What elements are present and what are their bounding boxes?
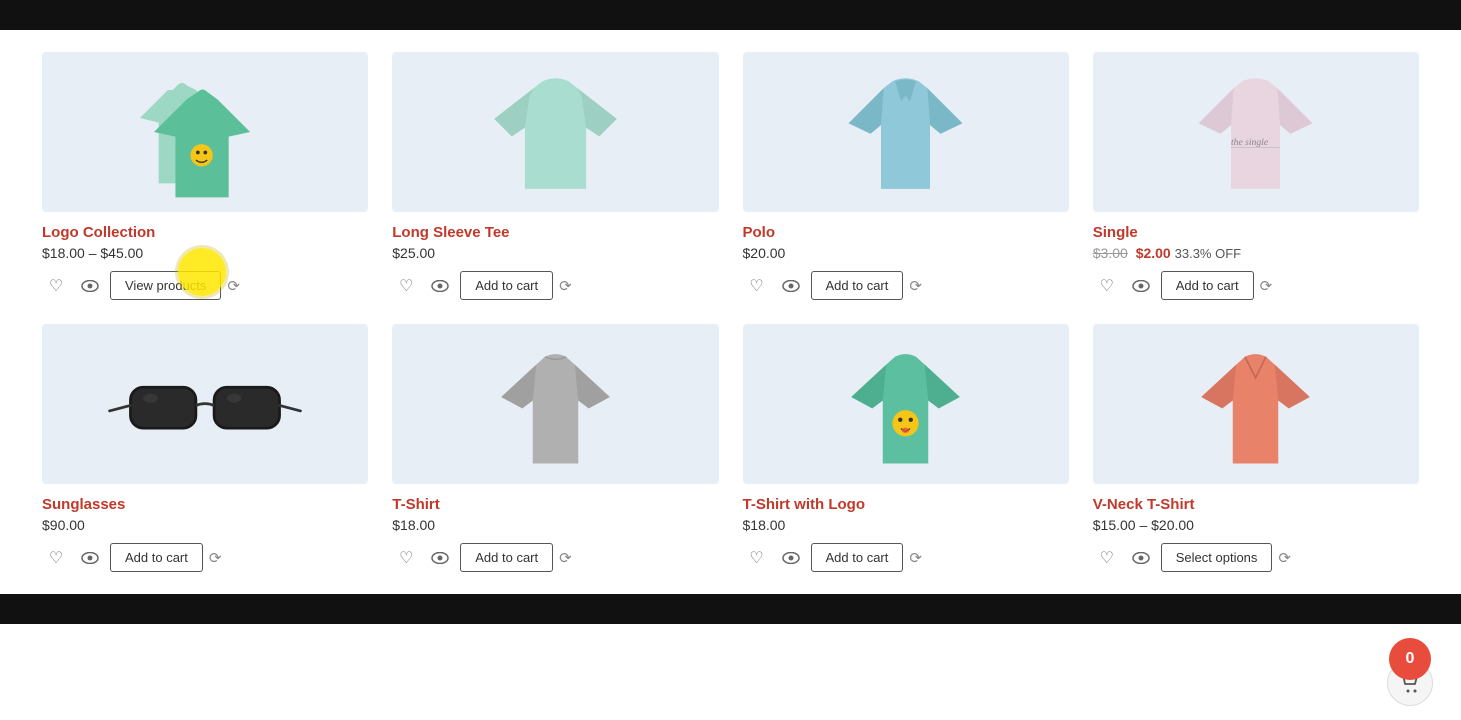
product-name-polo[interactable]: Polo (743, 224, 1069, 241)
product-image-t-shirt-with-logo[interactable] (743, 324, 1069, 484)
product-name-single[interactable]: Single (1093, 224, 1419, 241)
add-to-cart-button-long-sleeve-tee[interactable]: Add to cart (460, 271, 553, 300)
wishlist-icon-v-neck-t-shirt[interactable]: ♡ (1093, 544, 1121, 572)
page-wrapper: Logo Collection $18.00 – $45.00 ♡ View p… (0, 0, 1461, 624)
product-image-long-sleeve-tee[interactable] (392, 52, 718, 212)
view-products-button-logo-collection[interactable]: View products (110, 271, 221, 300)
svg-text:the single: the single (1231, 137, 1269, 148)
product-card-logo-collection: Logo Collection $18.00 – $45.00 ♡ View p… (30, 40, 380, 312)
product-actions-polo: ♡ Add to cart ⟳ (743, 271, 1069, 300)
top-bar (0, 0, 1461, 30)
add-to-cart-button-t-shirt[interactable]: Add to cart (460, 543, 553, 572)
quickview-icon-v-neck-t-shirt[interactable] (1127, 544, 1155, 572)
bottom-bar (0, 594, 1461, 624)
wishlist-icon-single[interactable]: ♡ (1093, 272, 1121, 300)
product-card-t-shirt: T-Shirt $18.00 ♡ Add to cart ⟳ (380, 312, 730, 584)
product-name-long-sleeve-tee[interactable]: Long Sleeve Tee (392, 224, 718, 241)
select-options-button-v-neck-t-shirt[interactable]: Select options (1161, 543, 1273, 572)
product-price-polo: $20.00 (743, 245, 1069, 261)
compare-icon-sunglasses[interactable]: ⟳ (209, 549, 222, 567)
product-name-sunglasses[interactable]: Sunglasses (42, 496, 368, 513)
compare-icon-v-neck-t-shirt[interactable]: ⟳ (1278, 549, 1291, 567)
product-name-logo-collection[interactable]: Logo Collection (42, 224, 368, 241)
product-actions-t-shirt-with-logo: ♡ Add to cart ⟳ (743, 543, 1069, 572)
add-to-cart-button-t-shirt-with-logo[interactable]: Add to cart (811, 543, 904, 572)
product-card-long-sleeve-tee: Long Sleeve Tee $25.00 ♡ Add to cart ⟳ (380, 40, 730, 312)
compare-icon-long-sleeve-tee[interactable]: ⟳ (559, 277, 572, 295)
product-image-sunglasses[interactable] (42, 324, 368, 484)
product-actions-v-neck-t-shirt: ♡ Select options ⟳ (1093, 543, 1419, 572)
product-actions-logo-collection: ♡ View products ⟳ (42, 271, 368, 300)
quickview-icon-logo-collection[interactable] (76, 272, 104, 300)
quickview-icon-t-shirt-with-logo[interactable] (777, 544, 805, 572)
wishlist-icon-t-shirt[interactable]: ♡ (392, 544, 420, 572)
product-actions-t-shirt: ♡ Add to cart ⟳ (392, 543, 718, 572)
product-card-v-neck-t-shirt: V-Neck T-Shirt $15.00 – $20.00 ♡ Select … (1081, 312, 1431, 584)
quickview-icon-polo[interactable] (777, 272, 805, 300)
product-image-single[interactable]: the single (1093, 52, 1419, 212)
product-price-single: $3.00 $2.00 33.3% OFF (1093, 245, 1419, 261)
product-price-sunglasses: $90.00 (42, 517, 368, 533)
wishlist-icon-sunglasses[interactable]: ♡ (42, 544, 70, 572)
product-price-logo-collection: $18.00 – $45.00 (42, 245, 368, 261)
product-name-v-neck-t-shirt[interactable]: V-Neck T-Shirt (1093, 496, 1419, 513)
quickview-icon-t-shirt[interactable] (426, 544, 454, 572)
cart-count-badge[interactable]: 0 (1389, 638, 1431, 680)
product-card-polo: Polo $20.00 ♡ Add to cart ⟳ (731, 40, 1081, 312)
quickview-icon-single[interactable] (1127, 272, 1155, 300)
wishlist-icon-logo-collection[interactable]: ♡ (42, 272, 70, 300)
product-image-t-shirt[interactable] (392, 324, 718, 484)
product-actions-long-sleeve-tee: ♡ Add to cart ⟳ (392, 271, 718, 300)
compare-icon-logo-collection[interactable]: ⟳ (227, 277, 240, 295)
product-price-t-shirt: $18.00 (392, 517, 718, 533)
product-card-t-shirt-with-logo: T-Shirt with Logo $18.00 ♡ Add to cart ⟳ (731, 312, 1081, 584)
quickview-icon-long-sleeve-tee[interactable] (426, 272, 454, 300)
product-price-v-neck-t-shirt: $15.00 – $20.00 (1093, 517, 1419, 533)
product-price-t-shirt-with-logo: $18.00 (743, 517, 1069, 533)
wishlist-icon-polo[interactable]: ♡ (743, 272, 771, 300)
product-name-t-shirt-with-logo[interactable]: T-Shirt with Logo (743, 496, 1069, 513)
quickview-icon-sunglasses[interactable] (76, 544, 104, 572)
product-image-logo-collection[interactable] (42, 52, 368, 212)
compare-icon-polo[interactable]: ⟳ (909, 277, 922, 295)
wishlist-icon-long-sleeve-tee[interactable]: ♡ (392, 272, 420, 300)
compare-icon-t-shirt-with-logo[interactable]: ⟳ (909, 549, 922, 567)
product-actions-sunglasses: ♡ Add to cart ⟳ (42, 543, 368, 572)
product-card-sunglasses: Sunglasses $90.00 ♡ Add to cart ⟳ (30, 312, 380, 584)
add-to-cart-button-polo[interactable]: Add to cart (811, 271, 904, 300)
add-to-cart-button-sunglasses[interactable]: Add to cart (110, 543, 203, 572)
product-grid: Logo Collection $18.00 – $45.00 ♡ View p… (0, 30, 1461, 594)
compare-icon-t-shirt[interactable]: ⟳ (559, 549, 572, 567)
compare-icon-single[interactable]: ⟳ (1260, 277, 1273, 295)
wishlist-icon-t-shirt-with-logo[interactable]: ♡ (743, 544, 771, 572)
product-card-single: the single Single $3.00 $2.00 33.3% OFF … (1081, 40, 1431, 312)
product-image-v-neck-t-shirt[interactable] (1093, 324, 1419, 484)
product-price-long-sleeve-tee: $25.00 (392, 245, 718, 261)
add-to-cart-button-single[interactable]: Add to cart (1161, 271, 1254, 300)
product-image-polo[interactable] (743, 52, 1069, 212)
product-actions-single: ♡ Add to cart ⟳ (1093, 271, 1419, 300)
product-name-t-shirt[interactable]: T-Shirt (392, 496, 718, 513)
